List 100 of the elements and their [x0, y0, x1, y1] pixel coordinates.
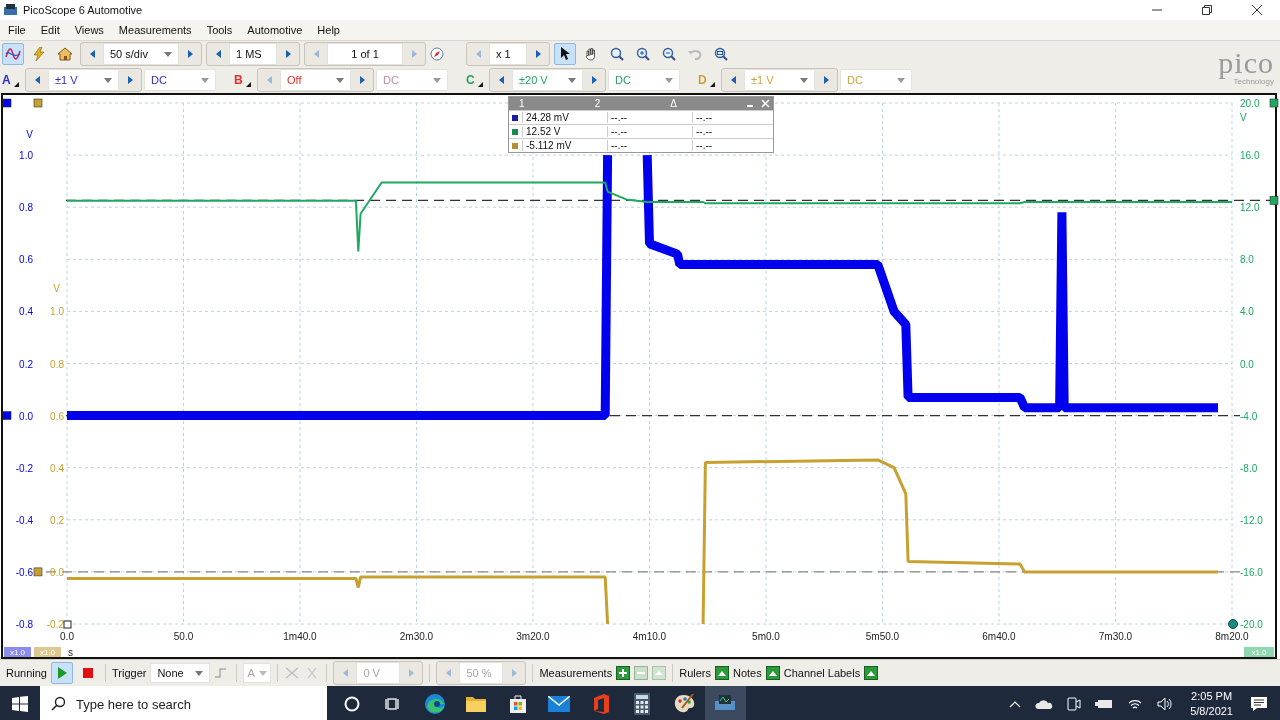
left-triangle-icon [730, 76, 736, 84]
search-field[interactable]: Type here to search [40, 686, 327, 720]
caret-icon [195, 670, 204, 676]
left-triangle-icon [215, 50, 221, 58]
left-triangle-icon [313, 50, 319, 58]
caret-icon [201, 77, 209, 83]
table-cell: --.-- [692, 126, 773, 137]
speaker-icon[interactable] [1157, 697, 1174, 711]
channel-marker-icon[interactable] [33, 98, 43, 108]
channel-letter[interactable]: B [234, 73, 244, 87]
axis-label: -0.4 [15, 514, 33, 526]
play-button[interactable] [51, 662, 73, 684]
wifi-icon[interactable] [1127, 697, 1144, 711]
channel-marker-icon[interactable] [2, 411, 12, 420]
restore-icon[interactable] [1202, 5, 1212, 15]
caret-icon [336, 77, 344, 83]
axis-label: 8.0 [1240, 254, 1254, 266]
axis-label: 4m10.0 [632, 631, 667, 642]
status-label: Running [6, 667, 47, 679]
range-dropdown[interactable]: ±1 V [48, 69, 119, 91]
axis-unit: V [53, 283, 60, 295]
channel-letter[interactable]: A [2, 73, 12, 87]
table-cell: --.-- [607, 140, 688, 151]
channel-marker-icon[interactable] [2, 98, 12, 108]
channel-marker-icon[interactable] [1269, 98, 1279, 108]
axis-label: 7m30.0 [1098, 631, 1133, 642]
right-triangle-icon [411, 50, 417, 58]
axis-unit: s [68, 647, 73, 658]
battery-icon[interactable] [1095, 699, 1114, 709]
chevron-up-icon[interactable] [1009, 700, 1022, 708]
tool-button[interactable] [554, 43, 576, 65]
measurements-label: Measurements [539, 667, 613, 679]
clock-date[interactable]: 5/8/2021 [1190, 704, 1233, 719]
caret-icon [665, 77, 673, 83]
logo-tagline: Technology [1233, 76, 1274, 86]
expand-icon[interactable] [715, 666, 729, 680]
axis-label: 0.2 [50, 514, 64, 526]
expand-icon[interactable] [765, 666, 780, 680]
axis-label: 20.0 [1240, 98, 1260, 109]
table-cell: -5.112 mV [522, 140, 603, 151]
axis-label: 0.0 [60, 631, 74, 642]
axis-label: 5m0.0 [752, 631, 780, 642]
samples-field[interactable]: 1 MS [229, 43, 277, 65]
range-dropdown[interactable]: ±20 V [512, 69, 583, 91]
zoom-field[interactable]: x 1 [489, 43, 527, 65]
axis-label: 0.0 [50, 566, 64, 578]
channel-marker-icon[interactable] [1269, 196, 1279, 205]
trigger-mode-dropdown[interactable]: None [150, 663, 211, 683]
menu-item[interactable]: File [8, 24, 26, 36]
scale-badge: x1.0 [1244, 647, 1274, 657]
column-header: 2 [594, 98, 602, 109]
table-cell: --.-- [607, 112, 688, 123]
axis-label: -0.8 [15, 619, 33, 630]
axis-label: 0.6 [50, 410, 64, 422]
column-header: 1 [519, 98, 526, 109]
left-triangle-icon [445, 669, 451, 677]
buffer-field[interactable]: 1 of 1 [327, 43, 403, 65]
channel-labels-label: Channel Labels [783, 667, 861, 679]
coupling-dropdown[interactable]: DC [144, 69, 216, 91]
menu-item[interactable]: Views [74, 24, 104, 36]
shopping-bag-icon [507, 694, 528, 714]
menu-item[interactable]: Measurements [118, 24, 192, 36]
menu-item[interactable]: Tools [206, 24, 233, 36]
ruler-handle-icon[interactable] [1228, 619, 1238, 629]
column-header: Δ [670, 98, 679, 109]
compass-icon[interactable] [430, 47, 444, 61]
axis-label: -16.0 [1240, 566, 1263, 578]
axis-label: 2m30.0 [399, 631, 434, 642]
add-icon[interactable] [616, 666, 631, 680]
axis-label: 50.0 [173, 631, 194, 642]
menu-item[interactable]: Edit [40, 24, 60, 36]
corner-triangle-icon [246, 81, 251, 87]
timebase-dropdown[interactable]: 50 s/div [103, 43, 179, 65]
cloud-icon[interactable] [1035, 699, 1054, 709]
left-triangle-icon [89, 50, 95, 58]
axis-label: -12.0 [1240, 514, 1263, 526]
right-triangle-icon [285, 50, 291, 58]
caret-icon [104, 77, 112, 83]
windows-logo-icon [12, 696, 28, 712]
camera-icon[interactable] [1067, 696, 1082, 712]
left-triangle-icon [266, 76, 272, 84]
menu-item[interactable]: Automotive [247, 24, 303, 36]
undo-icon [688, 47, 702, 61]
trigger-marker-icon[interactable] [63, 620, 72, 629]
axis-label: 6m40.0 [982, 631, 1016, 642]
mode-button[interactable] [2, 43, 24, 65]
expand-icon[interactable] [864, 666, 879, 680]
window-title: PicoScope 6 Automotive [23, 4, 143, 16]
caret-icon [800, 77, 808, 83]
range-dropdown[interactable]: Off [280, 69, 351, 91]
notification-icon[interactable] [1250, 696, 1268, 712]
close-icon[interactable] [1252, 5, 1262, 15]
office-icon [591, 694, 610, 714]
trigger-label: Trigger [112, 667, 147, 679]
calculator-icon [634, 693, 651, 715]
axis-label: 1m40.0 [283, 631, 317, 642]
clock-time[interactable]: 2:05 PM [1191, 689, 1233, 704]
play-icon [57, 667, 67, 679]
menu-item[interactable]: Help [317, 24, 340, 36]
channel-marker-icon[interactable] [33, 567, 43, 577]
